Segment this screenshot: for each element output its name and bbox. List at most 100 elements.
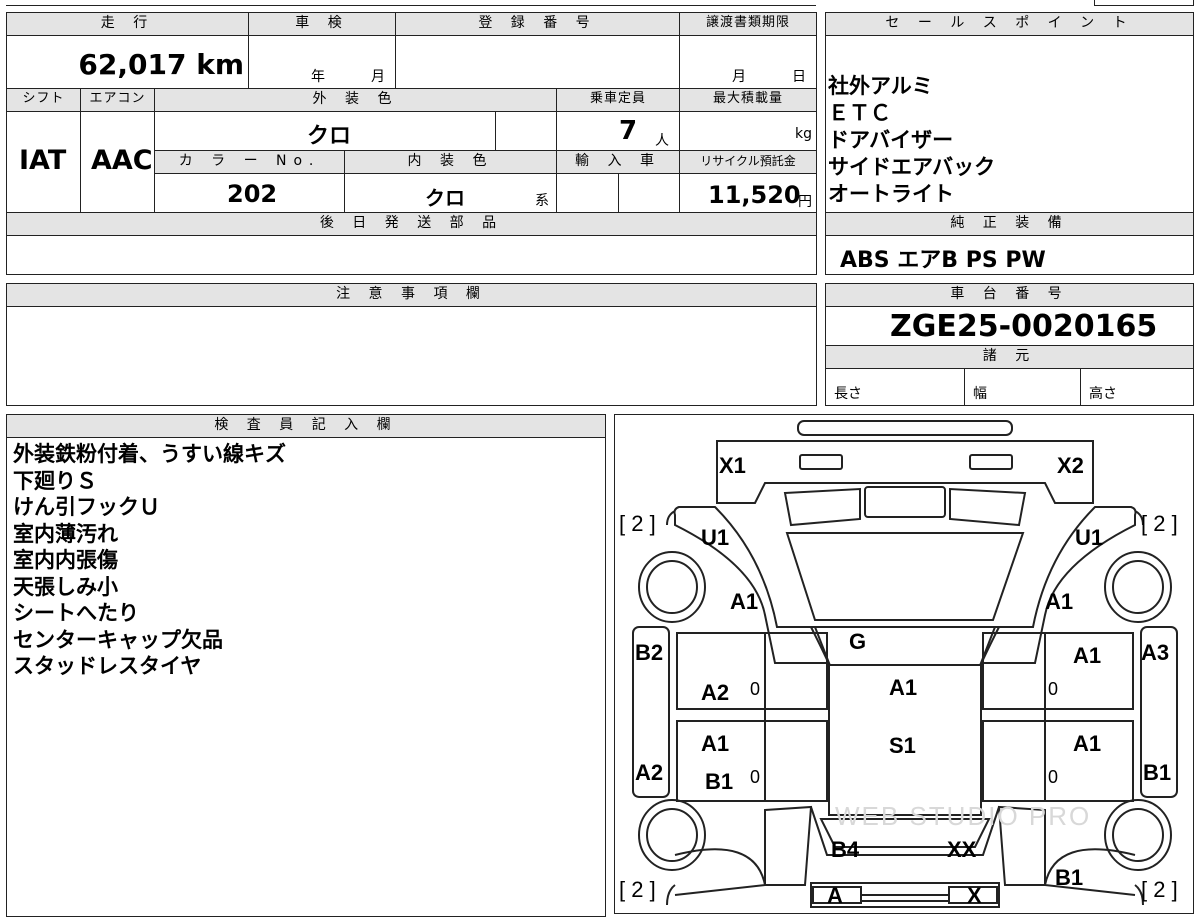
car-diagram: WEB STUDIO PRO [632, 420, 1178, 908]
genuine-equipment-value: ABS エアB PS PW [840, 248, 1046, 273]
top-strip-right [1094, 0, 1194, 6]
right-rear-wheel [1104, 799, 1172, 871]
sales-point-item: オートライト [828, 182, 954, 206]
sales-points-list: 社外アルミ ＥＴＣ ドアバイザー サイドエアバック オートライト [828, 73, 995, 208]
later-parts-cell [6, 235, 817, 275]
sales-points-cell: 社外アルミ ＥＴＣ ドアバイザー サイドエアバック オートライト [825, 35, 1194, 213]
label-a1-right-rear-door: A1 [1073, 731, 1102, 756]
front-bumper [797, 420, 1013, 436]
max-load-cell: kg [679, 111, 817, 151]
label-xx: XX [947, 837, 977, 862]
color-no-header: カ ラ ー No. [154, 150, 345, 174]
hood [783, 487, 861, 527]
transfer-month-label: 月 [732, 69, 746, 85]
exterior-color-cell: クロ [154, 111, 496, 151]
hood-right [949, 487, 1027, 527]
mileage-header: 走 行 [6, 12, 249, 36]
spec-height-cell: 高さ [1080, 368, 1194, 406]
left-quarter [674, 848, 767, 896]
label-bracket-tr: [ 2 ] [1141, 511, 1178, 536]
spec-width-label: 幅 [973, 386, 987, 402]
label-b1-rear: B1 [1055, 865, 1084, 890]
sales-point-item: サイドエアバック [828, 155, 996, 179]
label-a1-left-rear-door: A1 [701, 731, 730, 756]
exterior-color-value: クロ [307, 124, 352, 149]
label-u1-left: U1 [701, 525, 730, 550]
chassis-number-cell: ZGE25-0020165 [825, 306, 1194, 346]
label-zero-3: 0 [750, 767, 761, 787]
chassis-number-header: 車 台 番 号 [825, 283, 1194, 307]
label-x2: X2 [1057, 453, 1084, 478]
inspector-item: シートへたり [13, 601, 139, 625]
spec-length-cell: 長さ [825, 368, 965, 406]
inspector-cell: 外装鉄粉付着、うすい線キズ 下廻りＳ けん引フックＵ 室内薄汚れ 室内内張傷 天… [6, 437, 606, 917]
label-b4: B4 [831, 837, 860, 862]
label-zero-4: 0 [1048, 767, 1059, 787]
inspector-header: 検 査 員 記 入 欄 [6, 414, 606, 438]
sales-points-header: セ ー ル ス ポ イ ン ト [825, 12, 1194, 36]
capacity-header: 乗車定員 [556, 88, 680, 112]
mileage-cell: 62,017 km [6, 35, 249, 89]
shaken-header: 車 検 [248, 12, 396, 36]
inspector-item: 天張しみ小 [13, 574, 118, 599]
label-b1-right-side: B1 [1143, 760, 1172, 785]
interior-color-value: クロ [425, 186, 465, 210]
inspector-item: けん引フックＵ [13, 495, 160, 519]
recycle-unit: 円 [798, 194, 812, 210]
right-front-wheel [1104, 551, 1172, 623]
label-x1: X1 [719, 453, 746, 478]
aircon-value: AAC [91, 145, 153, 176]
exterior-color-extra-cell [495, 111, 557, 151]
label-a1-front-left: A1 [730, 589, 759, 614]
max-load-header: 最大積載量 [679, 88, 817, 112]
transfer-deadline-header: 譲渡書類期限 [679, 12, 817, 36]
notes-cell [6, 306, 817, 406]
left-front-wheel [638, 551, 706, 623]
shaken-month-label: 月 [371, 69, 385, 85]
label-a1-roof: A1 [889, 675, 918, 700]
spec-width-cell: 幅 [964, 368, 1081, 406]
interior-color-suffix: 系 [535, 193, 549, 209]
interior-color-header: 内 装 色 [344, 150, 557, 174]
spec-height-label: 高さ [1089, 386, 1117, 402]
aircon-header: エアコン [80, 88, 155, 112]
registration-cell [395, 35, 680, 89]
exterior-color-header: 外 装 色 [154, 88, 557, 112]
shaken-year-label: 年 [311, 69, 325, 85]
color-no-value: 202 [227, 180, 278, 208]
mileage-value: 62,017 km [78, 48, 244, 81]
roof [809, 626, 1001, 666]
shift-value: IAT [19, 145, 67, 176]
label-bracket-br: [ 2 ] [1141, 877, 1178, 902]
inspector-list: 外装鉄粉付着、うすい線キズ 下廻りＳ けん引フックＵ 室内薄汚れ 室内内張傷 天… [13, 441, 286, 680]
left-rear-wheel [638, 799, 706, 871]
import-cell-2 [618, 173, 680, 213]
label-a2-left-side: A2 [635, 760, 664, 785]
label-a2-left-door: A2 [701, 680, 730, 705]
later-parts-header: 後 日 発 送 部 品 [6, 212, 817, 236]
left-rear-fender [764, 805, 813, 886]
diagram-watermark: WEB STUDIO PRO [835, 801, 1091, 831]
label-a1-right-front-door: A1 [1073, 643, 1102, 668]
hood-center [864, 486, 946, 518]
label-a3: A3 [1141, 640, 1170, 665]
shift-cell: IAT [6, 111, 81, 213]
sales-point-item: 社外アルミ [828, 74, 933, 98]
chassis-number-value: ZGE25-0020165 [890, 309, 1158, 344]
import-header: 輸 入 車 [556, 150, 680, 174]
label-s1: S1 [889, 733, 916, 758]
left-headlight [799, 454, 843, 470]
label-zero-1: 0 [750, 679, 761, 699]
label-b1-left-door: B1 [705, 769, 734, 794]
label-b2: B2 [635, 640, 664, 665]
inspector-item: 室内薄汚れ [13, 521, 118, 546]
transfer-day-label: 日 [792, 69, 806, 85]
recycle-value: 11,520 [708, 181, 801, 209]
shift-header: シフト [6, 88, 81, 112]
color-no-cell: 202 [154, 173, 345, 213]
car-diagram-panel: WEB STUDIO PRO X1 X2 [ 2 ] [ 2 ] U1 U1 A… [614, 414, 1194, 914]
recycle-cell: 11,520 円 [679, 173, 817, 213]
inspector-item: 下廻りＳ [13, 468, 97, 493]
inspector-item: 室内内張傷 [13, 548, 118, 572]
front-body [716, 440, 1094, 504]
